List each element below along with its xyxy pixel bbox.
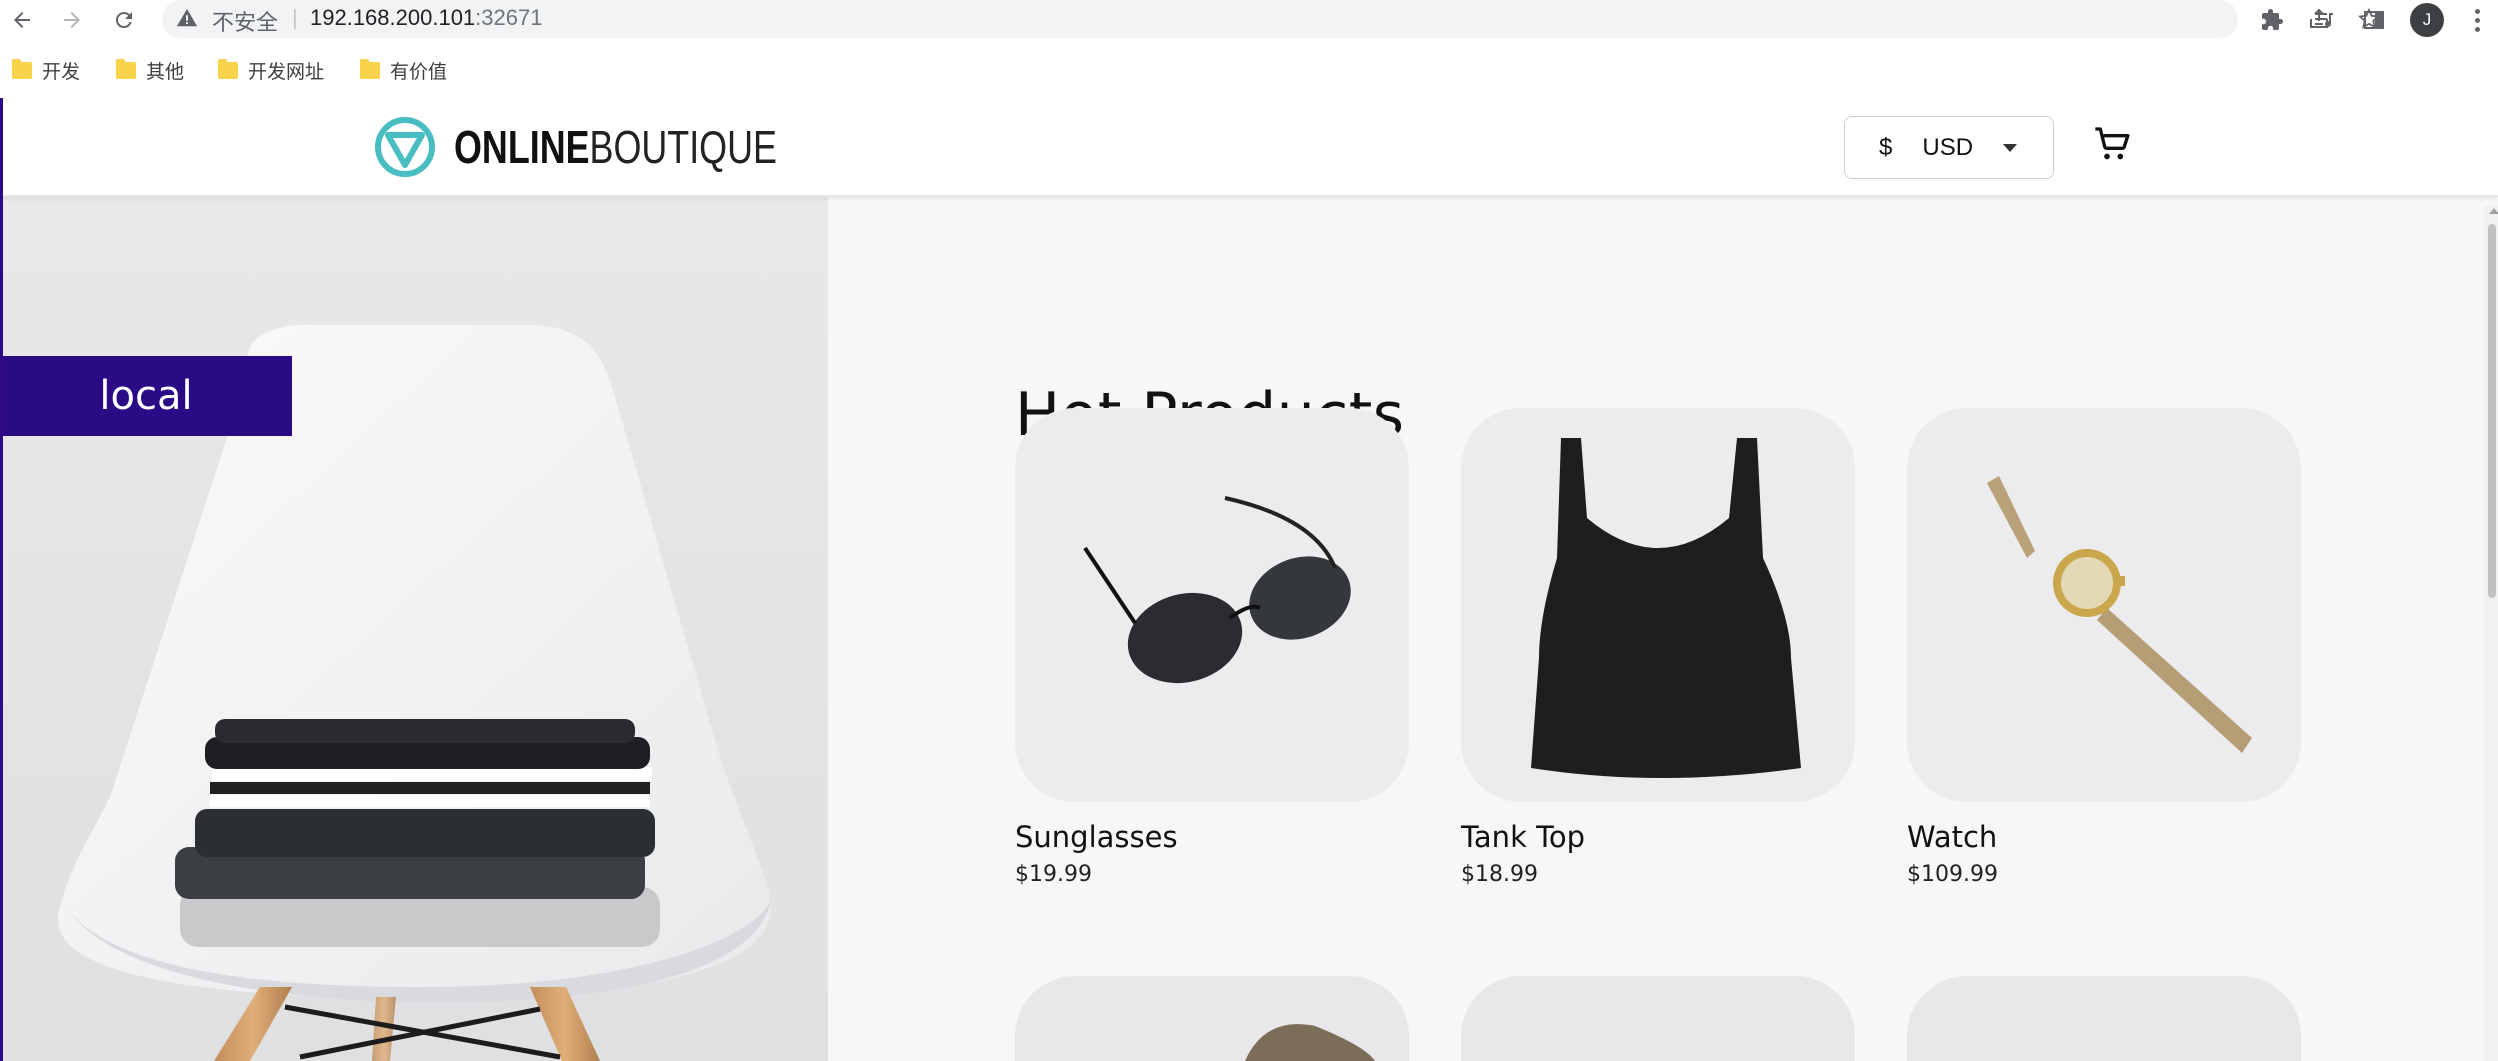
folder-icon bbox=[116, 58, 136, 79]
url-text[interactable]: 192.168.200.101:32671 bbox=[310, 5, 542, 31]
product-card-sunglasses[interactable]: Sunglasses $19.99 bbox=[1015, 408, 1409, 887]
bookmark-folder-3[interactable]: 开发网址 bbox=[218, 56, 324, 84]
shoe-icon bbox=[1245, 1024, 1375, 1061]
tank-top-icon bbox=[1531, 438, 1801, 778]
menu-dot-icon bbox=[2474, 26, 2480, 32]
product-price: $109.99 bbox=[1907, 862, 1998, 887]
product-card-partial[interactable] bbox=[1461, 976, 1855, 1061]
address-bar[interactable]: 不安全 | 192.168.200.101:32671 bbox=[162, 0, 2381, 38]
caret-down-icon bbox=[2003, 143, 2018, 152]
logo-text-bold: ONLINE bbox=[454, 121, 590, 173]
bookmark-label: 有价值 bbox=[390, 60, 448, 83]
back-button[interactable] bbox=[4, 2, 40, 38]
product-name[interactable]: Sunglasses bbox=[1015, 820, 1409, 854]
menu-dot-icon bbox=[2474, 17, 2480, 23]
currency-symbol: $ bbox=[1879, 133, 1893, 161]
hero-image: local bbox=[0, 197, 828, 1061]
media-button[interactable] bbox=[2306, 2, 2342, 38]
url-host: 192.168.200.101 bbox=[310, 5, 476, 30]
browser-toolbar: 不安全 | 192.168.200.101:32671 J bbox=[0, 0, 2498, 40]
web-page: ONLINEBOUTIQUE $ USD local Sunglasses $1… bbox=[0, 98, 2498, 1061]
product-image[interactable] bbox=[1015, 408, 1409, 802]
playlist-icon bbox=[2315, 13, 2333, 28]
product-card-partial[interactable] bbox=[1015, 976, 1409, 1061]
logo-text-light: BOUTIQUE bbox=[589, 121, 777, 173]
product-card-partial[interactable] bbox=[1907, 976, 2301, 1061]
currency-selector[interactable]: $ USD bbox=[1844, 116, 2054, 179]
side-panel-icon bbox=[2364, 11, 2384, 29]
security-label[interactable]: 不安全 bbox=[212, 5, 278, 37]
logo-wordmark[interactable]: ONLINEBOUTIQUE bbox=[454, 120, 777, 174]
product-name[interactable]: Tank Top bbox=[1461, 820, 1855, 854]
folder-icon bbox=[12, 58, 32, 79]
chair-with-clothes-illustration bbox=[57, 325, 772, 1061]
sunglasses-icon bbox=[1083, 496, 1351, 684]
bookmark-label: 开发网址 bbox=[248, 60, 325, 83]
menu-dot-icon bbox=[2474, 8, 2480, 14]
browser-menu-button[interactable] bbox=[2462, 2, 2492, 38]
forward-button[interactable] bbox=[54, 2, 90, 38]
site-header: ONLINEBOUTIQUE $ USD bbox=[0, 98, 2498, 197]
page-left-border bbox=[0, 98, 3, 1061]
url-port: :32671 bbox=[475, 5, 543, 30]
folder-icon bbox=[360, 58, 380, 79]
forward-arrow-icon bbox=[64, 12, 80, 28]
product-price: $18.99 bbox=[1461, 862, 1538, 887]
profile-avatar[interactable]: J bbox=[2410, 3, 2444, 37]
back-arrow-icon bbox=[14, 12, 30, 28]
product-price: $19.99 bbox=[1015, 862, 1092, 887]
scroll-up-arrow-icon[interactable] bbox=[2489, 208, 2498, 214]
product-card-tank-top[interactable]: Tank Top $18.99 bbox=[1461, 408, 1855, 887]
environment-badge: local bbox=[0, 356, 292, 436]
product-card-watch[interactable]: Watch $109.99 bbox=[1907, 408, 2301, 887]
bookmark-label: 开发 bbox=[42, 60, 81, 83]
reload-icon bbox=[115, 12, 132, 29]
puzzle-icon bbox=[2262, 9, 2283, 30]
bookmark-folder-2[interactable]: 其他 bbox=[116, 56, 184, 84]
scrollbar-thumb[interactable] bbox=[2488, 224, 2496, 598]
reload-button[interactable] bbox=[106, 2, 142, 38]
cart-icon[interactable] bbox=[2092, 124, 2132, 164]
folder-icon bbox=[218, 58, 238, 79]
product-image[interactable] bbox=[1461, 408, 1855, 802]
side-panel-button[interactable] bbox=[2356, 2, 2392, 38]
warning-icon bbox=[176, 8, 198, 27]
omnibox-separator: | bbox=[292, 5, 298, 30]
bookmarks-bar: 开发 其他 开发网址 有价值 bbox=[0, 50, 2498, 90]
bookmark-label: 其他 bbox=[146, 60, 185, 83]
bookmark-folder-1[interactable]: 开发 bbox=[12, 56, 80, 84]
extensions-button[interactable] bbox=[2254, 2, 2290, 38]
watch-icon bbox=[1987, 476, 2252, 753]
product-name[interactable]: Watch bbox=[1907, 820, 2301, 854]
currency-code: USD bbox=[1922, 133, 1974, 161]
bookmark-folder-4[interactable]: 有价值 bbox=[360, 56, 447, 84]
product-image[interactable] bbox=[1907, 408, 2301, 802]
logo-icon[interactable] bbox=[374, 116, 436, 178]
